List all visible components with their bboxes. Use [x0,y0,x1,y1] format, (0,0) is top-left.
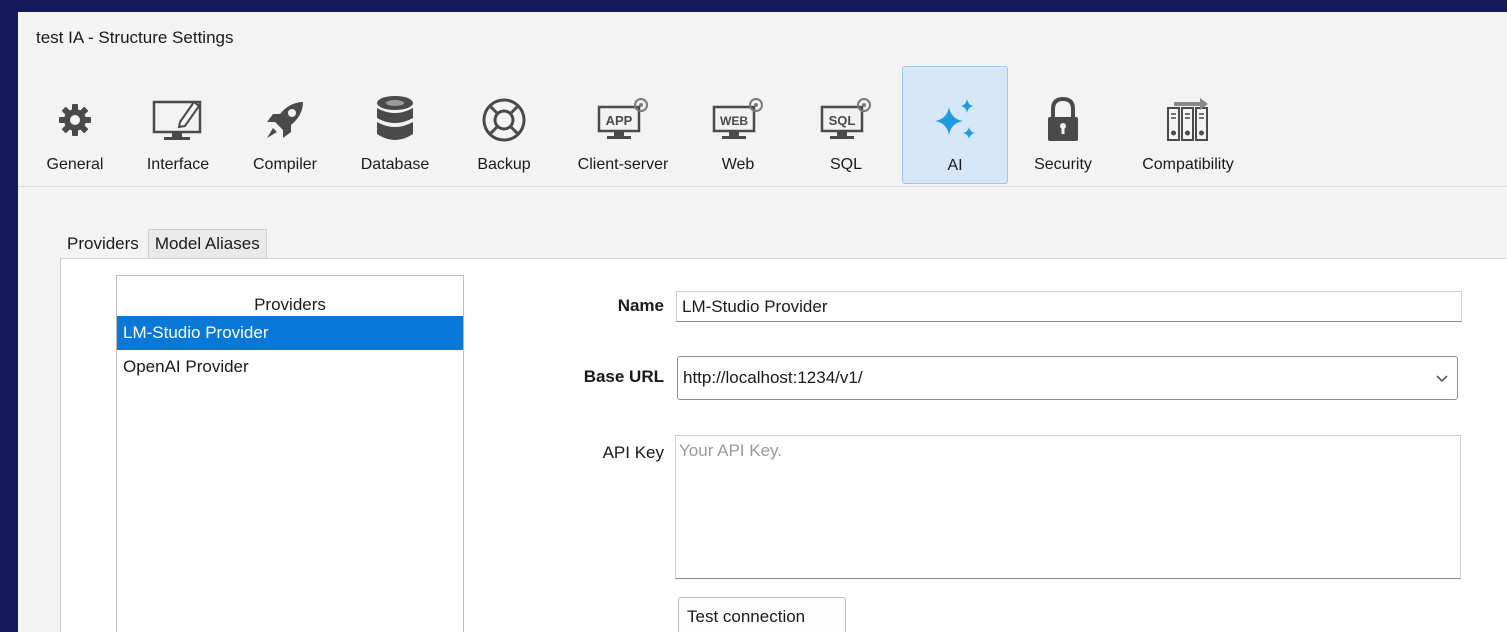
toolbar-item-sql[interactable]: SQL SQL [810,64,882,184]
settings-toolbar: General Interface Compiler Database Back… [18,64,1507,187]
tab-model-aliases[interactable]: Model Aliases [147,229,267,260]
padlock-icon [1033,90,1093,150]
test-connection-button[interactable]: Test connection [678,597,846,632]
toolbar-label: Security [1034,156,1092,173]
base-url-combobox[interactable]: http://localhost:1234/v1/ [677,356,1458,400]
toolbar-item-security[interactable]: Security [1022,64,1104,184]
toolbar-label: Compatibility [1142,156,1234,173]
app-monitor-icon: APP [593,90,653,150]
providers-list-header: Providers [254,295,326,314]
toolbar-item-client-server[interactable]: APP Client-server [564,64,682,184]
window-title-bar: test IA - Structure Settings [18,12,1507,64]
toolbar-label: Database [360,156,430,173]
tab-providers[interactable]: Providers [60,229,146,260]
providers-panel: Providers LM-Studio Provider OpenAI Prov… [60,258,1507,632]
name-field[interactable]: LM-Studio Provider [676,291,1462,322]
toolbar-item-database[interactable]: Database [350,64,440,184]
settings-content: Providers Model Aliases Providers LM-Stu… [18,187,1507,632]
providers-list[interactable]: Providers LM-Studio Provider OpenAI Prov… [116,275,464,632]
api-key-placeholder: Your API Key. [679,441,783,460]
list-item-lm-studio-provider[interactable]: LM-Studio Provider [117,316,463,350]
window-title: test IA - Structure Settings [36,28,234,47]
toolbar-item-interface[interactable]: Interface [130,64,226,184]
compatibility-icon [1158,90,1218,150]
toolbar-item-compatibility[interactable]: Compatibility [1124,64,1252,184]
database-icon [365,90,425,150]
sql-monitor-icon: SQL [816,90,876,150]
ai-tabs: Providers Model Aliases [60,229,267,260]
list-item-openai-provider[interactable]: OpenAI Provider [117,350,463,384]
toolbar-item-web[interactable]: WEB Web [702,64,774,184]
sql-badge-text: SQL [829,113,856,128]
api-key-textarea[interactable]: Your API Key. [675,435,1461,579]
toolbar-item-ai[interactable]: AI [902,66,1008,184]
toolbar-label: Client-server [577,156,669,173]
toolbar-item-backup[interactable]: Backup [466,64,542,184]
sparkles-icon [925,91,985,151]
toolbar-label: Interface [146,156,210,173]
lifebuoy-icon [474,90,534,150]
gear-icon [45,90,105,150]
rocket-icon [255,90,315,150]
web-monitor-icon: WEB [708,90,768,150]
toolbar-label: Web [721,156,755,173]
web-badge-text: WEB [720,114,748,128]
api-key-label: API Key [602,443,664,462]
monitor-pencil-icon [148,90,208,150]
toolbar-item-general[interactable]: General [36,64,114,184]
toolbar-label: SQL [829,156,862,173]
structure-settings-window: test IA - Structure Settings General Int… [18,12,1507,632]
chevron-down-icon[interactable] [1435,370,1449,390]
toolbar-label: General [46,156,104,173]
toolbar-label: Backup [477,156,531,173]
base-url-value: http://localhost:1234/v1/ [683,368,863,387]
base-url-label: Base URL [583,367,664,386]
toolbar-label: Compiler [252,156,317,173]
name-label: Name [617,296,664,315]
app-badge-text: APP [606,113,633,128]
toolbar-item-compiler[interactable]: Compiler [242,64,328,184]
toolbar-label: AI [947,157,963,174]
